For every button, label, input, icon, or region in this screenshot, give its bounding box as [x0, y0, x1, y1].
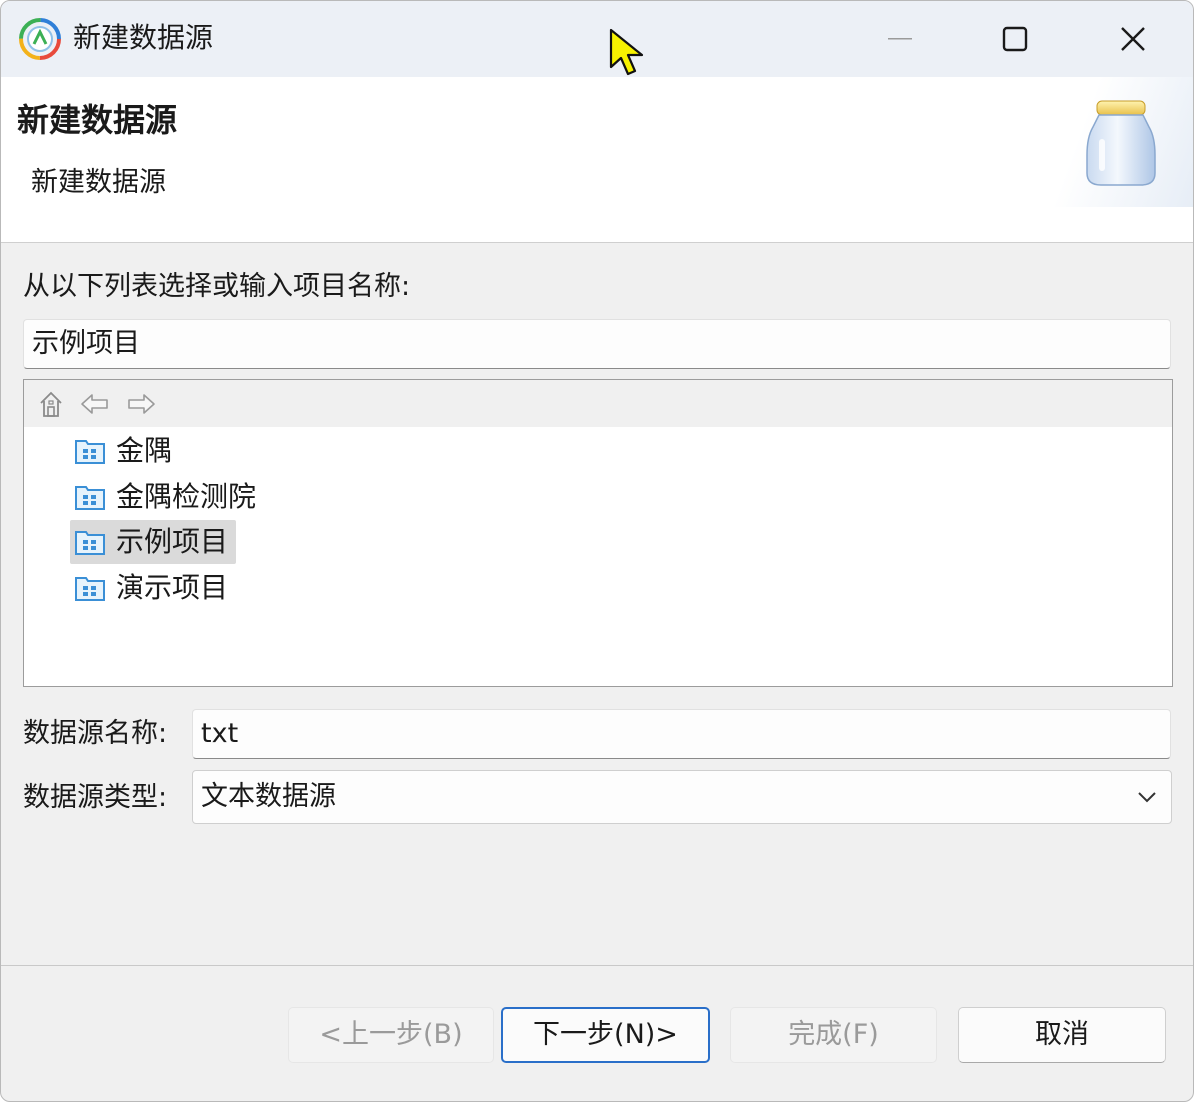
project-folder-icon	[75, 577, 105, 601]
datasource-type-value: 文本数据源	[201, 781, 336, 812]
tree-item-selected[interactable]: 示例项目	[70, 520, 237, 564]
next-button[interactable]: 下一步(N)>	[501, 1007, 710, 1063]
maximize-button[interactable]	[956, 1, 1074, 77]
tree-item-label: 示例项目	[116, 525, 229, 558]
tree-item-label: 金隅检测院	[116, 480, 257, 513]
cancel-button[interactable]: 取消	[958, 1007, 1166, 1063]
banner-subtitle: 新建数据源	[31, 167, 166, 198]
maximize-icon	[1002, 26, 1028, 52]
project-name-input[interactable]: 示例项目	[23, 319, 1171, 369]
wizard-banner: 新建数据源 新建数据源	[1, 77, 1193, 243]
previous-button[interactable]: <上一步(B)	[288, 1007, 494, 1063]
home-icon	[40, 391, 62, 417]
project-folder-icon	[75, 486, 105, 510]
tree-item[interactable]: 金隅	[70, 429, 180, 473]
tree-item-label: 金隅	[116, 434, 173, 467]
close-icon	[1121, 27, 1145, 51]
chevron-down-icon	[1138, 792, 1156, 803]
project-tree[interactable]: 金隅 金隅检测院 示例项目 演示项目	[23, 379, 1173, 687]
minimize-icon	[888, 38, 912, 40]
forward-button[interactable]	[126, 389, 156, 419]
banner-title: 新建数据源	[17, 101, 178, 139]
datasource-type-label: 数据源类型:	[23, 782, 168, 813]
back-arrow-icon	[81, 394, 108, 414]
footer-divider	[1, 965, 1193, 966]
tree-item[interactable]: 金隅检测院	[70, 475, 264, 519]
app-logo-icon	[19, 18, 61, 60]
window-title: 新建数据源	[73, 21, 214, 54]
tree-item[interactable]: 演示项目	[70, 566, 236, 610]
back-button[interactable]	[80, 389, 110, 419]
tree-toolbar	[24, 380, 1172, 427]
finish-button[interactable]: 完成(F)	[730, 1007, 937, 1063]
home-button[interactable]	[36, 389, 66, 419]
title-bar: 新建数据源	[1, 1, 1193, 77]
project-folder-icon	[75, 531, 105, 555]
minimize-button[interactable]	[841, 1, 959, 77]
mouse-cursor-icon	[609, 28, 644, 76]
database-jar-icon	[1086, 100, 1156, 186]
datasource-name-label: 数据源名称:	[23, 718, 168, 749]
close-button[interactable]	[1074, 1, 1192, 77]
datasource-name-input[interactable]: txt	[192, 709, 1171, 759]
new-datasource-dialog: 新建数据源 新建数据源 新建数据源 从以下列表选择或输入项目名称: 示例项目 金…	[0, 0, 1194, 1102]
project-folder-icon	[75, 440, 105, 464]
forward-arrow-icon	[128, 394, 155, 414]
project-label: 从以下列表选择或输入项目名称:	[23, 271, 411, 302]
datasource-type-select[interactable]: 文本数据源	[192, 770, 1172, 824]
tree-item-label: 演示项目	[116, 571, 229, 604]
